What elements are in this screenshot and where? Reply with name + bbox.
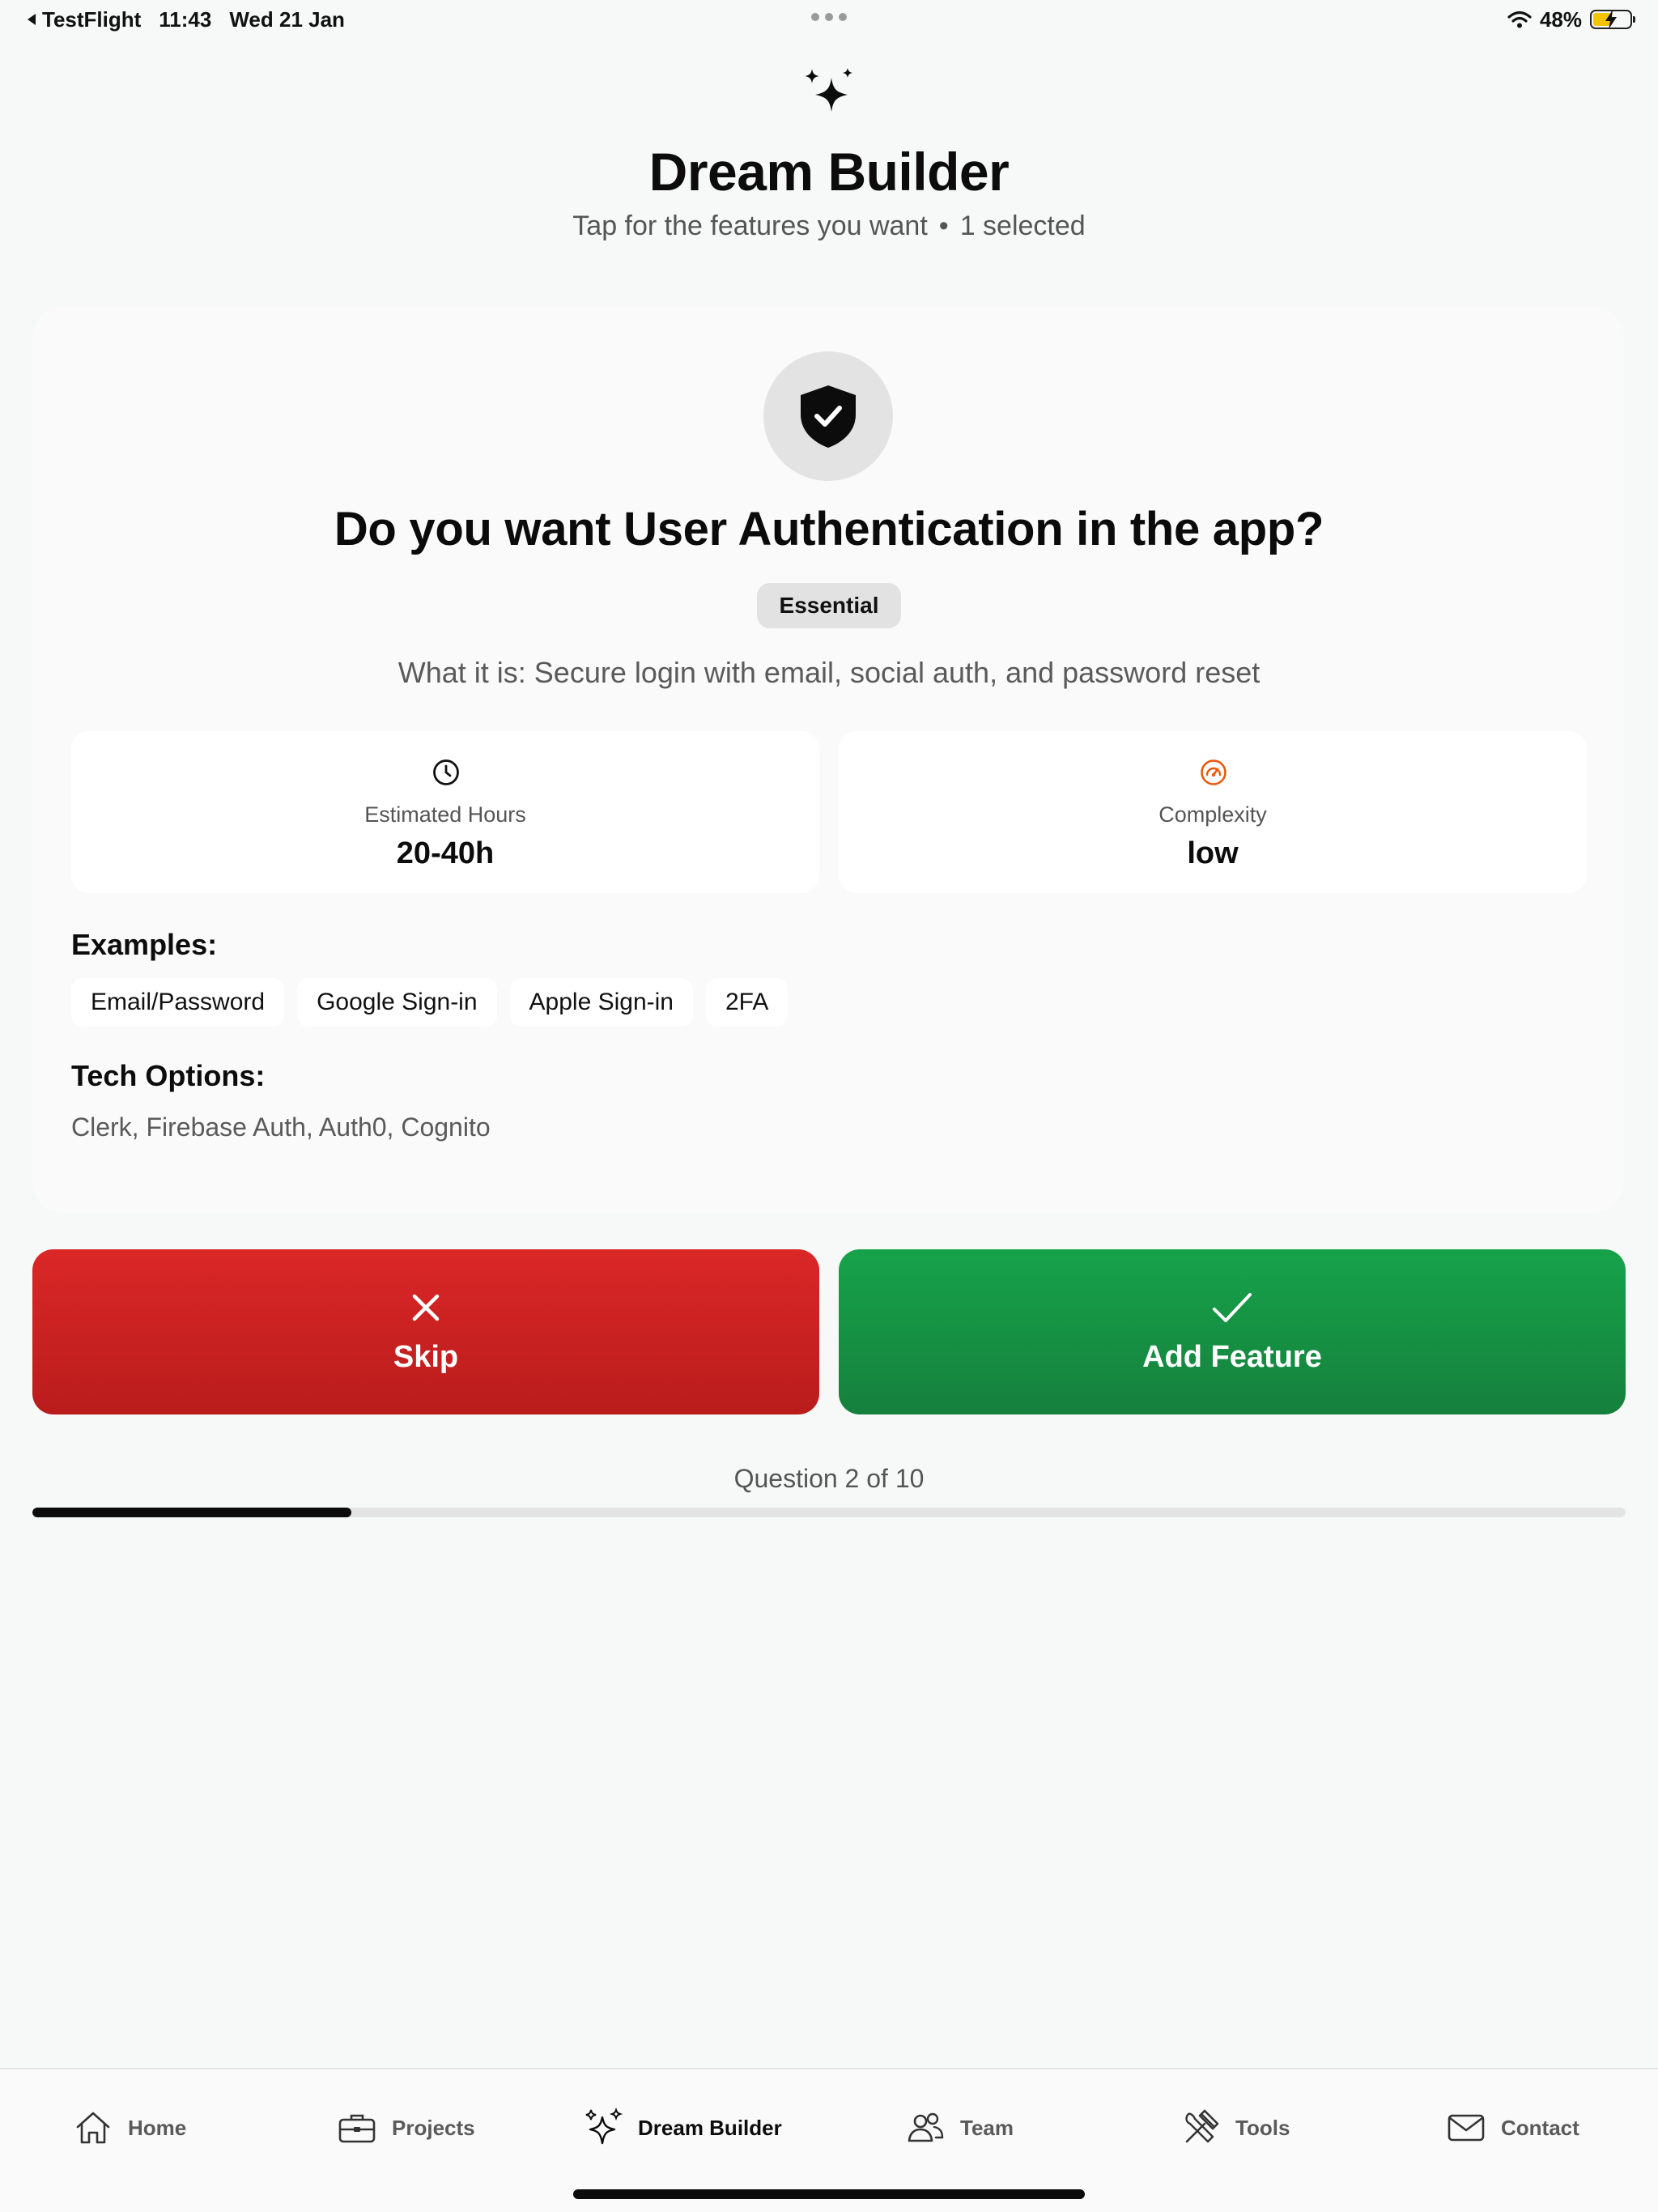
feature-icon-circle <box>763 351 893 481</box>
selected-count: 1 selected <box>959 211 1086 241</box>
shield-check-icon <box>801 385 856 448</box>
add-feature-button[interactable]: Add Feature <box>839 1249 1626 1414</box>
skip-button[interactable]: Skip <box>32 1249 819 1414</box>
question-progress-bar <box>32 1508 1626 1517</box>
status-left: TestFlight 11:43 Wed 21 Jan <box>26 7 345 32</box>
subtitle-separator: • <box>938 211 949 241</box>
feature-description: What it is: Secure login with email, soc… <box>397 656 1261 689</box>
back-to-app-link[interactable]: TestFlight <box>26 7 141 32</box>
tab-tools[interactable]: Tools <box>1180 2104 1290 2152</box>
subtitle-prompt: Tap for the features you want <box>572 211 928 241</box>
status-time: 11:43 <box>159 6 212 32</box>
home-indicator[interactable] <box>573 2189 1085 2199</box>
tech-options-heading: Tech Options: <box>71 1059 266 1092</box>
home-icon <box>76 2112 110 2144</box>
hours-label: Estimated Hours <box>364 802 526 827</box>
tab-tools-label: Tools <box>1235 2115 1290 2140</box>
tab-team[interactable]: Team <box>905 2104 1014 2152</box>
people-icon <box>908 2112 944 2142</box>
status-right: 48% <box>1507 6 1635 32</box>
tab-projects-label: Projects <box>392 2115 475 2140</box>
priority-badge: Essential <box>757 583 901 628</box>
progress-fill <box>32 1508 351 1517</box>
page-header: Dream Builder Tap for the features you w… <box>0 66 1658 242</box>
skip-button-label: Skip <box>393 1339 459 1374</box>
tab-home-label: Home <box>128 2115 187 2140</box>
example-chip: Google Sign-in <box>297 978 497 1027</box>
complexity-label: Complexity <box>1158 802 1267 827</box>
page-subtitle: Tap for the features you want • 1 select… <box>0 211 1658 242</box>
back-triangle-icon <box>28 14 36 25</box>
tab-projects[interactable]: Projects <box>337 2104 475 2152</box>
page-title: Dream Builder <box>648 142 1010 202</box>
tab-dream-builder[interactable]: Dream Builder <box>583 2104 782 2152</box>
add-feature-button-label: Add Feature <box>1142 1339 1322 1374</box>
complexity-value: low <box>1187 836 1239 870</box>
example-chip: 2FA <box>706 978 789 1027</box>
tab-dream-builder-label: Dream Builder <box>638 2115 782 2140</box>
close-icon <box>412 1294 440 1321</box>
wifi-icon <box>1507 11 1532 28</box>
examples-heading: Examples: <box>71 928 218 961</box>
battery-icon <box>1590 10 1635 29</box>
feature-question: Do you want User Authentication in the a… <box>334 503 1324 555</box>
envelope-icon <box>1448 2114 1485 2142</box>
sparkles-icon <box>805 68 852 112</box>
tab-home[interactable]: Home <box>73 2104 186 2152</box>
back-app-label: TestFlight <box>42 6 142 32</box>
battery-percent: 48% <box>1539 6 1582 32</box>
clock-icon <box>433 759 459 785</box>
complexity-card: Complexity low <box>839 731 1587 893</box>
example-chip: Apple Sign-in <box>509 978 693 1027</box>
hours-value: 20-40h <box>396 836 495 870</box>
sparkles-icon <box>585 2108 623 2145</box>
checkmark-icon <box>1213 1292 1252 1322</box>
estimated-hours-card: Estimated Hours 20-40h <box>71 731 819 893</box>
briefcase-icon <box>338 2114 376 2143</box>
tab-contact-label: Contact <box>1501 2115 1579 2140</box>
example-chip: Email/Password <box>71 978 285 1027</box>
status-bar: TestFlight 11:43 Wed 21 Jan 48% <box>0 0 1658 39</box>
status-date: Wed 21 Jan <box>229 6 345 32</box>
multitasking-dots-icon[interactable] <box>811 13 847 21</box>
tab-contact[interactable]: Contact <box>1446 2104 1579 2152</box>
question-progress-label: Question 2 of 10 <box>733 1464 925 1493</box>
examples-list: Email/Password Google Sign-in Apple Sign… <box>71 978 789 1027</box>
tools-icon <box>1185 2109 1219 2143</box>
tab-team-label: Team <box>960 2115 1014 2140</box>
tech-options-text: Clerk, Firebase Auth, Auth0, Cognito <box>71 1112 491 1142</box>
gauge-icon <box>1201 759 1226 785</box>
